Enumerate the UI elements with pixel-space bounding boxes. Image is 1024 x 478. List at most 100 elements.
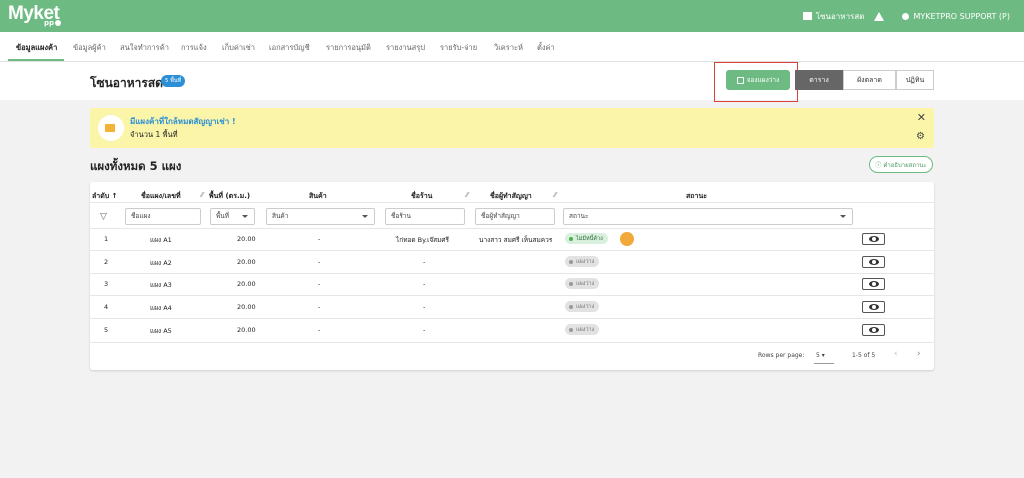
logo-mark <box>55 20 61 26</box>
nav-rent[interactable]: เก็บค่าเช่า <box>222 42 255 54</box>
cell-shop: - <box>423 326 426 334</box>
filter-icon[interactable]: ▽ <box>100 212 107 222</box>
chevron-down-icon: ▾ <box>821 352 825 359</box>
header-area[interactable]: พื้นที่ (ตร.ม.) <box>209 191 250 202</box>
cell-no: 1 <box>104 235 109 243</box>
view-stall-button[interactable] <box>862 301 885 313</box>
book-button-label: จองแผงว่าง <box>746 76 780 84</box>
divider <box>90 202 934 203</box>
header-shop[interactable]: ชื่อร้าน <box>411 191 432 202</box>
cell-area: 20.00 <box>237 235 256 243</box>
chevron-down-icon <box>242 215 248 218</box>
nav-notify[interactable]: การแจ้ง <box>181 42 207 54</box>
user-menu[interactable]: MYKETPRO SUPPORT (P) <box>902 12 1010 21</box>
resize-handle[interactable]: ⁄⁄ <box>554 191 556 199</box>
nav-vendor-info[interactable]: ข้อมูลผู้ค้า <box>73 42 106 54</box>
header-name[interactable]: ชื่อแผง/เลขที่ <box>141 191 181 202</box>
user-icon <box>902 12 910 20</box>
filter-contract-input[interactable]: ชื่อผู้ทำสัญญา <box>475 208 555 225</box>
page-title: โซนอาหารสด <box>90 76 163 90</box>
nav-interested[interactable]: สนใจทำการค้า <box>120 42 169 54</box>
book-vacant-stall-button[interactable]: จองแผงว่าง <box>726 70 790 90</box>
status-badge: แผงว่าง <box>565 301 600 312</box>
nav-approvals[interactable]: รายการอนุมัติ <box>326 42 371 54</box>
divider <box>90 228 934 229</box>
store-icon <box>802 12 812 20</box>
chevron-down-icon <box>840 215 846 218</box>
cell-area: 20.00 <box>237 280 256 288</box>
rows-per-page-select[interactable]: 5 ▾ <box>816 352 825 359</box>
home-icon[interactable] <box>874 11 885 21</box>
chevron-left-icon[interactable]: ‹ <box>894 349 898 359</box>
view-market-map[interactable]: ผังตลาด <box>843 70 896 90</box>
status-badge: ไม่มีหนี้ค้าง <box>565 233 608 244</box>
header-status[interactable]: สถานะ <box>686 191 707 202</box>
cell-name: แผง A4 <box>150 304 172 312</box>
cell-area: 20.00 <box>237 303 256 311</box>
view-toggle: ตาราง ผังตลาด ปฏิทิน <box>795 70 934 90</box>
status-description-button[interactable]: ⓘ คำอธิบายสถานะ <box>869 156 933 173</box>
view-stall-button[interactable] <box>862 324 885 336</box>
nav-stall-info[interactable]: ข้อมูลแผงค้า <box>16 42 57 54</box>
chevron-down-icon <box>362 215 368 218</box>
page-range: 1-5 of 5 <box>852 352 876 359</box>
view-stall-button[interactable] <box>862 278 885 290</box>
eye-icon <box>868 236 879 242</box>
alert-subtitle: จำนวน 1 พื้นที่ <box>130 130 178 139</box>
header-no[interactable]: ลำดับ ↑ <box>92 191 118 202</box>
close-icon[interactable]: ✕ <box>917 111 926 124</box>
cell-product: - <box>318 258 321 266</box>
cell-no: 2 <box>104 258 109 266</box>
filter-area-select[interactable]: พื้นที่ <box>210 208 255 225</box>
calendar-icon <box>736 76 744 84</box>
cell-shop: ไก่ทอด By.เจ๊สมศรี <box>396 236 450 244</box>
divider <box>90 295 934 296</box>
filter-product-label: สินค้า <box>272 212 289 220</box>
nav-settings[interactable]: ตั้งค่า <box>537 42 555 54</box>
view-calendar[interactable]: ปฏิทิน <box>896 70 934 90</box>
eye-icon <box>868 304 879 310</box>
contract-expiry-alert: มีแผงค้าที่ใกล้หมดสัญญาเช่า ! จำนวน 1 พื… <box>90 108 934 148</box>
rows-per-page-underline <box>814 363 834 364</box>
filter-status-select[interactable]: สถานะ <box>563 208 853 225</box>
resize-handle[interactable]: ⁄⁄ <box>466 191 468 199</box>
coin-icon[interactable] <box>620 232 634 246</box>
eye-icon <box>868 327 879 333</box>
megaphone-icon <box>98 115 124 141</box>
rows-per-page-label: Rows per page: <box>758 352 805 359</box>
status-badge: แผงว่าง <box>565 256 600 267</box>
view-stall-button[interactable] <box>862 233 885 245</box>
status-badge: แผงว่าง <box>565 324 600 335</box>
status-desc-label: คำอธิบายสถานะ <box>883 161 927 169</box>
zone-selector[interactable]: โซนอาหารสด <box>802 10 865 23</box>
nav-income-expense[interactable]: รายรับ-จ่าย <box>440 42 477 54</box>
user-name: MYKETPRO SUPPORT (P) <box>913 11 1010 21</box>
filter-name-input[interactable]: ชื่อแผง <box>125 208 201 225</box>
filter-product-select[interactable]: สินค้า <box>266 208 375 225</box>
cell-contract: นางสาว สมศรี เห็นสมควร <box>479 236 553 244</box>
stall-table: ลำดับ ↑ ชื่อแผง/เลขที่ ⁄⁄ พื้นที่ (ตร.ม.… <box>90 182 934 370</box>
cell-area: 20.00 <box>237 258 256 266</box>
filter-area-label: พื้นที่ <box>216 212 230 220</box>
eye-icon <box>868 259 879 265</box>
view-stall-button[interactable] <box>862 256 885 268</box>
nav-summary[interactable]: รายงานสรุป <box>386 42 425 54</box>
filter-shop-input[interactable]: ชื่อร้าน <box>385 208 465 225</box>
zone-name: โซนอาหารสด <box>815 11 865 21</box>
cell-product: - <box>318 280 321 288</box>
resize-handle[interactable]: ⁄⁄ <box>201 191 203 199</box>
nav-analytics[interactable]: วิเคราะห์ <box>494 42 523 54</box>
header-contract[interactable]: ชื่อผู้ทำสัญญา <box>490 191 532 202</box>
divider <box>90 342 934 343</box>
main-nav: ข้อมูลแผงค้า ข้อมูลผู้ค้า สนใจทำการค้า ก… <box>0 32 1024 62</box>
gear-icon[interactable]: ⚙ <box>916 131 925 142</box>
chevron-right-icon[interactable]: › <box>917 349 921 359</box>
cell-name: แผง A3 <box>150 281 172 289</box>
filter-status-label: สถานะ <box>569 212 589 220</box>
cell-product: - <box>318 235 321 243</box>
cell-no: 5 <box>104 326 109 334</box>
view-table[interactable]: ตาราง <box>795 70 843 90</box>
header-product[interactable]: สินค้า <box>309 191 327 202</box>
cell-shop: - <box>423 280 426 288</box>
nav-accounting[interactable]: เอกสารบัญชี <box>269 42 310 54</box>
